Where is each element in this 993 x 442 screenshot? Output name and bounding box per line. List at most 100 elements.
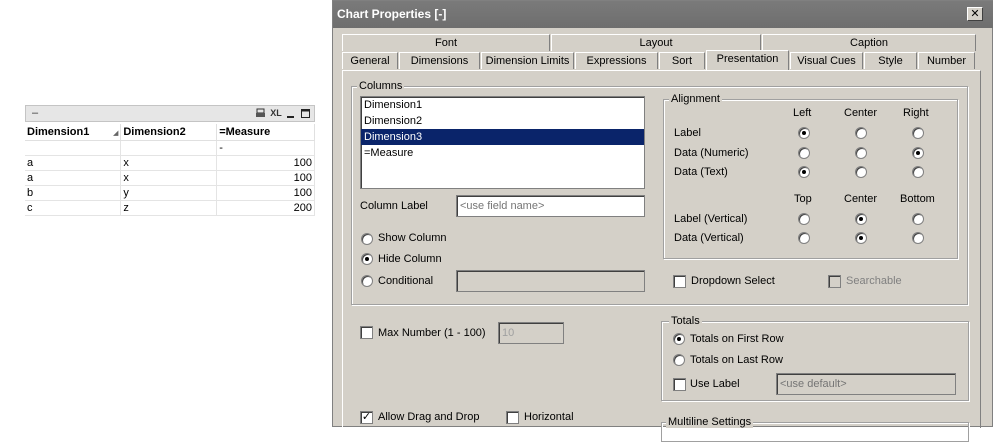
label-left-radio[interactable] — [798, 127, 810, 139]
totals-first-row-radio[interactable] — [673, 333, 685, 345]
column-label-label: Column Label — [360, 200, 428, 212]
minimize-icon[interactable] — [285, 108, 296, 119]
columns-list[interactable]: Dimension1 Dimension2 Dimension3 =Measur… — [360, 96, 645, 189]
data-table: Dimension1 ◢ Dimension2 =Measure - a x 10… — [25, 124, 315, 216]
searchable-label: Searchable — [846, 275, 902, 287]
use-label-input[interactable] — [776, 373, 956, 395]
table-cell: 200 — [216, 200, 315, 216]
label-right-radio[interactable] — [912, 127, 924, 139]
tab-font[interactable]: Font — [342, 34, 550, 51]
max-number-label: Max Number (1 - 100) — [378, 327, 486, 339]
align-data-text-label: Data (Text) — [674, 166, 728, 178]
table-row[interactable]: a x 100 — [25, 170, 315, 186]
data-vertical-center-radio[interactable] — [855, 232, 867, 244]
table-row[interactable]: c z 200 — [25, 200, 315, 216]
horizontal-checkbox[interactable] — [506, 411, 519, 424]
searchable-checkbox[interactable] — [828, 275, 841, 288]
tab-number[interactable]: Number — [918, 52, 975, 69]
table-row[interactable]: a x 100 — [25, 155, 315, 171]
header-dimension1[interactable]: Dimension1 ◢ — [25, 124, 122, 141]
valign-header-bottom: Bottom — [900, 193, 935, 205]
maximize-icon[interactable] — [300, 108, 311, 119]
show-column-radio[interactable] — [361, 233, 373, 245]
dropdown-select-label: Dropdown Select — [691, 275, 775, 287]
align-header-center: Center — [844, 107, 878, 119]
tab-style[interactable]: Style — [864, 52, 917, 69]
allow-drag-drop-label: Allow Drag and Drop — [378, 411, 480, 423]
list-item[interactable]: Dimension2 — [361, 113, 644, 129]
tab-expressions[interactable]: Expressions — [575, 52, 658, 69]
tab-caption[interactable]: Caption — [762, 34, 976, 51]
align-header-left: Left — [793, 107, 812, 119]
dropdown-select-checkbox[interactable] — [673, 275, 686, 288]
text-center-radio[interactable] — [855, 166, 867, 178]
horizontal-label: Horizontal — [524, 411, 574, 423]
totals-legend: Totals — [669, 315, 702, 327]
dialog-title: Chart Properties [-] — [337, 7, 447, 21]
numeric-right-radio[interactable] — [912, 147, 924, 159]
chart-properties-dialog: Chart Properties [-] ✕ Font Layout Capti… — [332, 0, 993, 442]
table-cell: - — [216, 140, 315, 156]
label-vertical-center-radio[interactable] — [855, 213, 867, 225]
data-vertical-bottom-radio[interactable] — [912, 232, 924, 244]
header-dimension2[interactable]: Dimension2 — [120, 124, 218, 141]
text-right-radio[interactable] — [912, 166, 924, 178]
list-item[interactable]: Dimension1 — [361, 97, 644, 113]
tab-layout[interactable]: Layout — [551, 34, 761, 51]
show-column-label: Show Column — [378, 232, 447, 244]
tab-sort[interactable]: Sort — [659, 52, 705, 69]
use-label-label: Use Label — [690, 378, 740, 390]
numeric-left-radio[interactable] — [798, 147, 810, 159]
header-measure[interactable]: =Measure — [216, 124, 315, 141]
xl-icon[interactable]: XL — [269, 108, 283, 119]
table-cell — [120, 140, 218, 156]
use-label-checkbox[interactable] — [673, 378, 686, 391]
table-cell: 100 — [216, 155, 315, 171]
list-item[interactable]: =Measure — [361, 145, 644, 161]
totals-last-row-label: Totals on Last Row — [690, 354, 783, 366]
tab-dimension-limits[interactable]: Dimension Limits — [481, 52, 574, 69]
table-caption-bar: – XL — [25, 105, 315, 122]
table-cell: z — [120, 200, 218, 216]
table-cell — [25, 140, 122, 156]
table-cell: c — [25, 200, 122, 216]
tab-general[interactable]: General — [342, 52, 398, 69]
tab-dimensions[interactable]: Dimensions — [399, 52, 480, 69]
totals-last-row-radio[interactable] — [673, 354, 685, 366]
table-header-row: Dimension1 ◢ Dimension2 =Measure — [25, 124, 315, 141]
label-vertical-top-radio[interactable] — [798, 213, 810, 225]
hide-column-radio[interactable] — [361, 253, 373, 265]
table-box: – XL Dimension1◢ Dimension2 =Measure - — [25, 105, 315, 216]
allow-drag-drop-checkbox[interactable]: ✓ — [360, 411, 373, 424]
alignment-legend: Alignment — [669, 93, 722, 105]
data-vertical-top-radio[interactable] — [798, 232, 810, 244]
conditional-input[interactable] — [456, 270, 645, 292]
max-number-input[interactable] — [498, 322, 564, 344]
dialog-titlebar[interactable]: Chart Properties [-] ✕ — [333, 1, 993, 28]
table-cell: x — [120, 170, 218, 186]
table-cell: b — [25, 185, 122, 201]
tab-presentation[interactable]: Presentation — [706, 50, 789, 70]
caption-dash: – — [32, 107, 39, 119]
conditional-radio[interactable] — [361, 275, 373, 287]
numeric-center-radio[interactable] — [855, 147, 867, 159]
multiline-settings-legend: Multiline Settings — [666, 416, 754, 428]
table-cell: a — [25, 170, 122, 186]
label-center-radio[interactable] — [855, 127, 867, 139]
tab-visual-cues[interactable]: Visual Cues — [790, 52, 863, 69]
total-row: - — [25, 140, 315, 156]
align-label-label: Label — [674, 127, 701, 139]
columns-legend: Columns — [357, 80, 405, 92]
sort-ascending-icon: ◢ — [112, 129, 119, 137]
close-button[interactable]: ✕ — [967, 7, 983, 21]
conditional-label: Conditional — [378, 275, 434, 287]
text-left-radio[interactable] — [798, 166, 810, 178]
print-icon[interactable] — [255, 108, 266, 119]
hide-column-label: Hide Column — [378, 253, 442, 265]
label-vertical-bottom-radio[interactable] — [912, 213, 924, 225]
max-number-checkbox[interactable] — [360, 326, 373, 339]
table-row[interactable]: b y 100 — [25, 185, 315, 201]
list-item[interactable]: Dimension3 — [361, 129, 644, 145]
table-cell: 100 — [216, 185, 315, 201]
column-label-input[interactable] — [456, 195, 645, 217]
